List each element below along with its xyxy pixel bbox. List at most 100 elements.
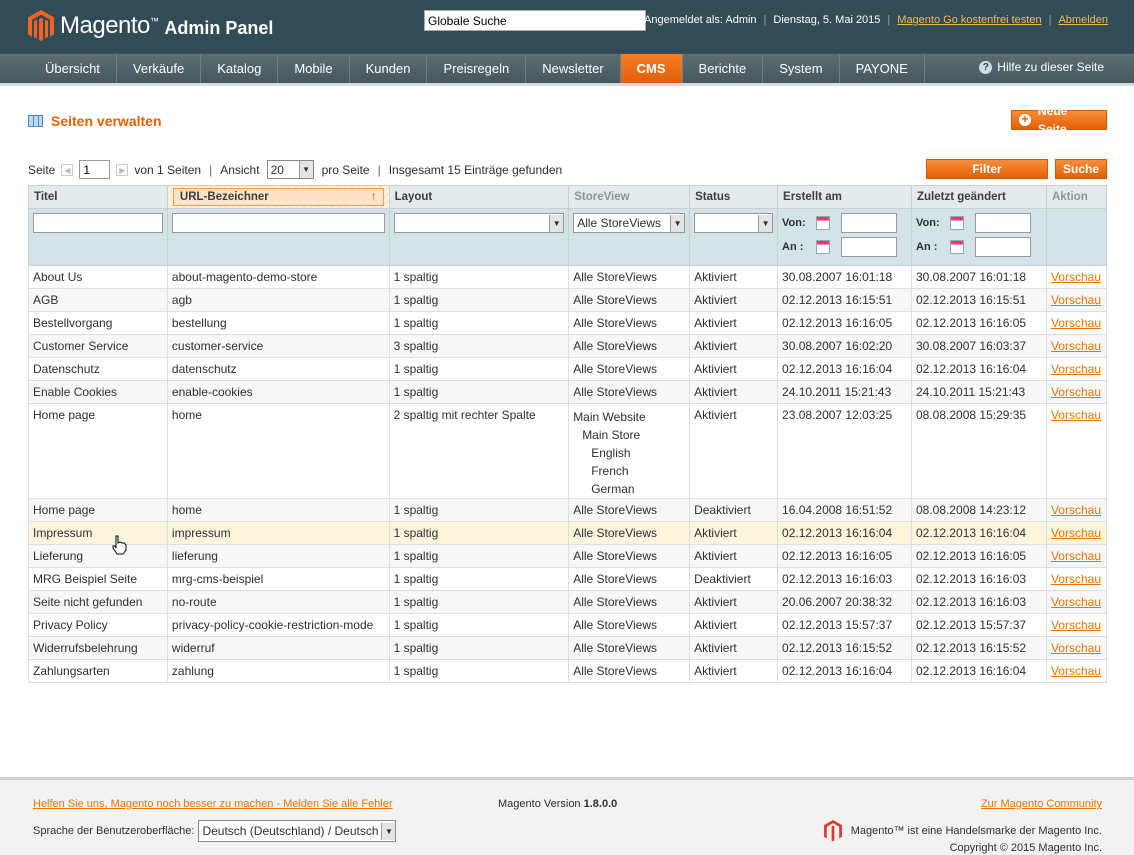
preview-link[interactable]: Vorschau	[1051, 316, 1101, 330]
cell-layout: 1 spaltig	[388, 636, 570, 660]
preview-link[interactable]: Vorschau	[1051, 618, 1101, 632]
table-row[interactable]: Widerrufsbelehrung widerruf 1 spaltig Alle …	[28, 636, 1108, 660]
filter-status-select[interactable]: ▼	[694, 213, 774, 233]
preview-link[interactable]: Vorschau	[1051, 664, 1101, 678]
table-row[interactable]: Zahlungsarten zahlung 1 spaltig Alle StoreV…	[28, 659, 1108, 683]
per-page-select[interactable]: 20 ▼	[266, 160, 314, 179]
col-created[interactable]: Erstellt am	[777, 185, 912, 209]
table-row[interactable]: Seite nicht gefunden no-route 1 spaltig All…	[28, 590, 1108, 614]
filter-storeview-select[interactable]: Alle StoreViews ▼	[573, 213, 686, 233]
cell-title: Home page	[28, 498, 168, 522]
table-row[interactable]: Impressum impressum 1 spaltig Alle StoreVie…	[28, 521, 1108, 545]
nav-item-cms[interactable]: CMS	[620, 54, 683, 83]
community-link[interactable]: Zur Magento Community	[981, 798, 1102, 810]
version-info: Magento Version 1.8.0.0	[498, 798, 617, 810]
preview-link[interactable]: Vorschau	[1051, 526, 1101, 540]
preview-link[interactable]: Vorschau	[1051, 595, 1101, 609]
col-title[interactable]: Titel	[28, 185, 168, 209]
table-row[interactable]: Enable Cookies enable-cookies 1 spaltig All…	[28, 380, 1108, 404]
cell-status: Aktiviert	[689, 521, 779, 545]
cell-action: Vorschau	[1045, 311, 1108, 335]
footer: Helfen Sie uns, Magento noch besser zu m…	[0, 777, 1134, 855]
col-url-key[interactable]: URL-Bezeichner ↑	[166, 185, 390, 209]
cell-title: MRG Beispiel Seite	[28, 567, 168, 591]
nav-item-system[interactable]: System	[763, 54, 840, 83]
global-search-input[interactable]	[424, 10, 646, 31]
new-page-button[interactable]: + Neue Seite	[1011, 104, 1107, 136]
col-layout[interactable]: Layout	[388, 185, 570, 209]
nav-item-katalog[interactable]: Katalog	[201, 54, 279, 83]
preview-link[interactable]: Vorschau	[1051, 549, 1101, 563]
table-row[interactable]: Home page home 1 spaltig Alle StoreViews Dea…	[28, 498, 1108, 522]
cell-url-key: privacy-policy-cookie-restriction-mode	[166, 613, 390, 637]
created-to-input[interactable]	[841, 237, 898, 257]
table-row[interactable]: Customer Service customer-service 3 spalti…	[28, 334, 1108, 358]
calendar-icon[interactable]	[950, 240, 964, 254]
cell-title: About Us	[28, 265, 168, 289]
cell-action: Vorschau	[1045, 357, 1108, 381]
reset-filter-button[interactable]: Filter zurücksetzen	[926, 159, 1048, 194]
preview-link[interactable]: Vorschau	[1051, 385, 1101, 399]
magento-logo-icon	[823, 820, 842, 842]
calendar-icon[interactable]	[816, 240, 831, 254]
table-row[interactable]: AGB agb 1 spaltig Alle StoreViews Aktiviert 0…	[28, 288, 1108, 312]
col-modified[interactable]: Zuletzt geändert	[911, 185, 1047, 209]
bug-report-link[interactable]: Helfen Sie uns, Magento noch besser zu m…	[33, 798, 393, 810]
table-row[interactable]: About Us about-magento-demo-store 1 spalti…	[28, 265, 1108, 289]
calendar-icon[interactable]	[950, 216, 964, 230]
preview-link[interactable]: Vorschau	[1051, 641, 1101, 655]
language-select[interactable]: Deutsch (Deutschland) / Deutsch ▼	[198, 820, 397, 842]
preview-link[interactable]: Vorschau	[1051, 503, 1101, 517]
preview-link[interactable]: Vorschau	[1051, 362, 1101, 376]
cell-created: 02.12.2013 16:16:04	[777, 521, 912, 545]
cell-layout: 3 spaltig	[388, 334, 570, 358]
nav-item-berichte[interactable]: Berichte	[683, 54, 764, 83]
nav-item-kunden[interactable]: Kunden	[350, 54, 428, 83]
cell-layout: 1 spaltig	[388, 567, 570, 591]
nav-item-payone[interactable]: PAYONE	[840, 54, 925, 83]
new-page-label: Neue Seite	[1037, 104, 1068, 136]
calendar-icon[interactable]	[816, 216, 831, 230]
nav-item-preisregeln[interactable]: Preisregeln	[427, 54, 527, 83]
nav-item--bersicht[interactable]: Übersicht	[29, 54, 117, 83]
table-row[interactable]: Privacy Policy privacy-policy-cookie-rest…	[28, 613, 1108, 637]
nav-item-mobile[interactable]: Mobile	[278, 54, 350, 83]
table-row[interactable]: MRG Beispiel Seite mrg-cms-beispiel 1 spal…	[28, 567, 1108, 591]
cell-modified: 24.10.2011 15:21:43	[911, 380, 1047, 404]
cell-title: Privacy Policy	[28, 613, 168, 637]
modified-from-label: Von:	[916, 217, 940, 229]
modified-to-input[interactable]	[975, 237, 1031, 257]
help-label: Hilfe zu dieser Seite	[997, 60, 1104, 74]
logout-link[interactable]: Abmelden	[1058, 14, 1108, 26]
prev-page-icon[interactable]: ◀	[61, 163, 74, 176]
preview-link[interactable]: Vorschau	[1051, 408, 1101, 422]
modified-from-input[interactable]	[975, 213, 1031, 233]
next-page-icon[interactable]: ▶	[116, 163, 129, 176]
nav-item-verk-ufe[interactable]: Verkäufe	[117, 54, 202, 83]
filter-title-input[interactable]	[33, 213, 163, 233]
preview-link[interactable]: Vorschau	[1051, 293, 1101, 307]
table-row[interactable]: Bestellvorgang bestellung 1 spaltig Alle St…	[28, 311, 1108, 335]
magento-logo[interactable]: Magento™ Admin Panel	[28, 10, 273, 42]
page-title-text: Seiten verwalten	[51, 113, 162, 129]
cell-layout: 1 spaltig	[388, 498, 570, 522]
preview-link[interactable]: Vorschau	[1051, 572, 1101, 586]
cell-url-key: enable-cookies	[166, 380, 390, 404]
col-status[interactable]: Status	[689, 185, 779, 209]
dropdown-arrow-icon: ▼	[549, 214, 564, 232]
table-row[interactable]: Home page home 2 spaltig mit rechter Spalt…	[28, 403, 1108, 499]
filter-layout-select[interactable]: ▼	[393, 213, 565, 233]
created-from-input[interactable]	[841, 213, 898, 233]
search-button[interactable]: Suche	[1055, 159, 1107, 179]
preview-link[interactable]: Vorschau	[1051, 270, 1101, 284]
table-row[interactable]: Lieferung lieferung 1 spaltig Alle StoreVie…	[28, 544, 1108, 568]
table-row[interactable]: Datenschutz datenschutz 1 spaltig Alle Stor…	[28, 357, 1108, 381]
help-link[interactable]: ? Hilfe zu dieser Seite	[979, 60, 1104, 74]
plus-icon: +	[1019, 113, 1031, 126]
preview-link[interactable]: Vorschau	[1051, 339, 1101, 353]
cell-status: Aktiviert	[689, 636, 779, 660]
nav-item-newsletter[interactable]: Newsletter	[526, 54, 621, 83]
filter-url-input[interactable]	[171, 213, 385, 233]
magento-go-link[interactable]: Magento Go kostenfrei testen	[897, 14, 1041, 26]
page-number-input[interactable]	[79, 160, 111, 179]
